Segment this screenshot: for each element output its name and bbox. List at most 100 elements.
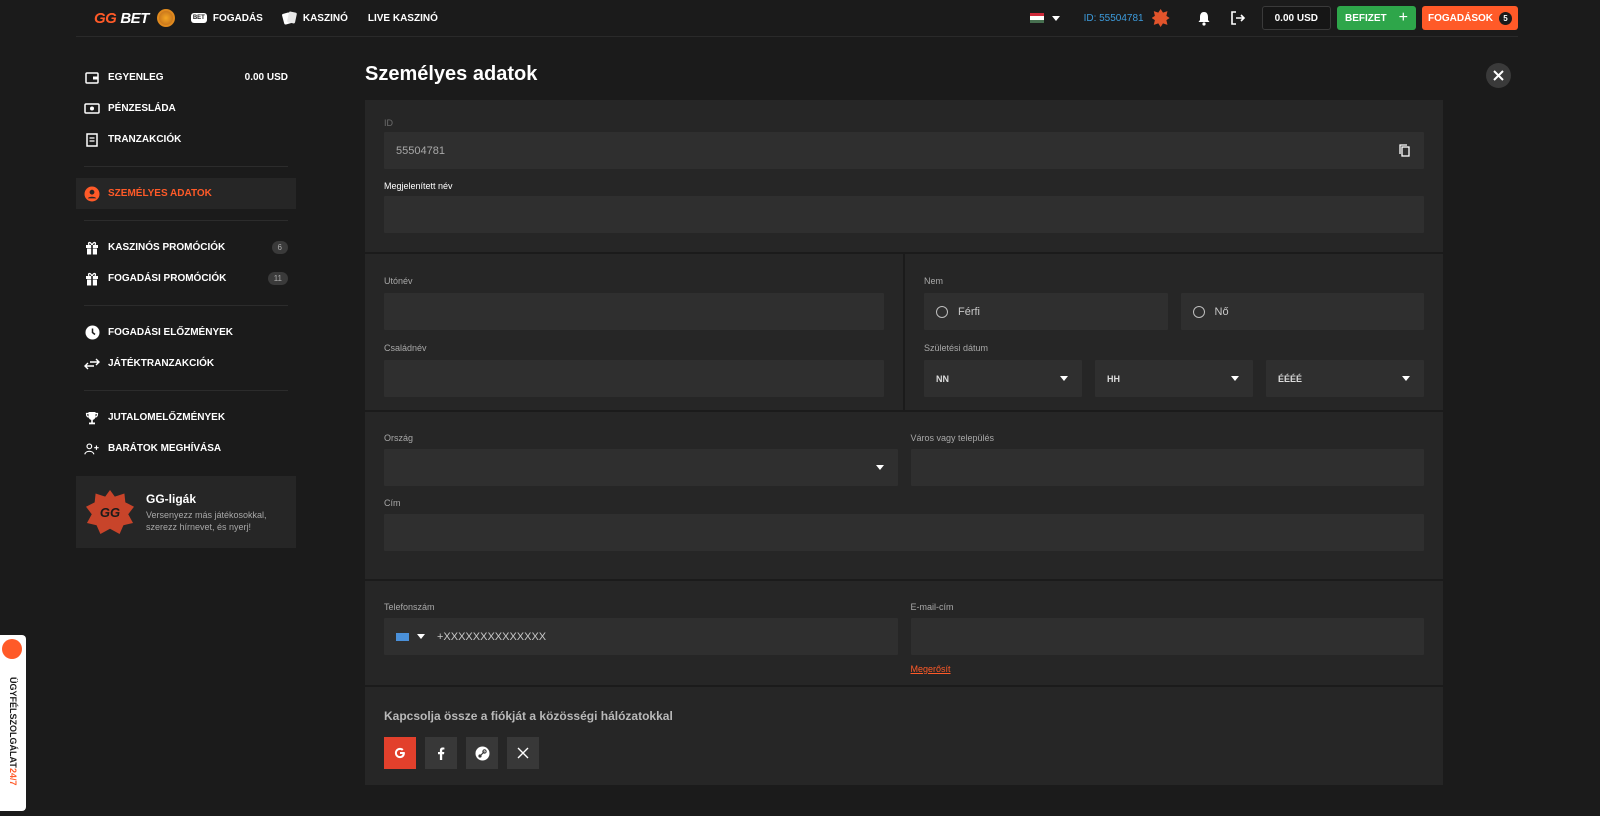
display-name-label: Megjelenített név [384, 181, 453, 191]
facebook-icon [438, 747, 445, 760]
close-button[interactable] [1486, 63, 1511, 88]
sidebar-item-transactions[interactable]: TRANZAKCIÓK [76, 124, 296, 155]
user-id[interactable]: ID: 55504781 [1084, 13, 1144, 24]
radio-icon [1192, 305, 1205, 318]
email-label: E-mail-cím [910, 602, 954, 612]
sidebar-item-label: FOGADÁSI ELŐZMÉNYEK [108, 327, 234, 338]
radio-icon [936, 305, 948, 318]
last-name-label: Családnév [384, 343, 427, 353]
contact-section: Telefonszám +XXXXXXXXXXXXXX E-mail-cím M… [365, 581, 1443, 687]
gender-label: Nem [924, 276, 944, 286]
sidebar-item-label: KASZINÓS PROMÓCIÓK [108, 242, 226, 253]
birth-day-select[interactable]: NN [924, 360, 1082, 397]
copy-icon[interactable] [1399, 144, 1410, 160]
sidebar-item-label: BARÁTOK MEGHÍVÁSA [108, 443, 222, 454]
phone-input[interactable]: +XXXXXXXXXXXXXX [384, 618, 898, 655]
nav-casino[interactable]: KASZINÓ [283, 11, 348, 25]
id-label: ID [384, 118, 393, 128]
logo-gg-text: GG [94, 9, 117, 27]
chevron-down-icon[interactable] [417, 634, 425, 639]
gender-option-male[interactable]: Férfi [924, 293, 1168, 330]
deposit-label: BEFIZET [1344, 12, 1387, 24]
birth-year-select[interactable]: ÉÉÉÉ [1266, 360, 1424, 397]
nav-betting-label: FOGADÁS [212, 12, 263, 24]
verify-email-link[interactable]: Megerősít [911, 664, 951, 674]
nav-live-casino[interactable]: LIVE KASZINÓ [368, 13, 438, 24]
hungary-flag-icon [1029, 13, 1044, 23]
sidebar-item-label: TRANZAKCIÓK [108, 134, 182, 145]
gender-option-female[interactable]: Nő [1180, 293, 1424, 330]
language-selector[interactable] [1029, 13, 1060, 23]
bets-label: FOGADÁSOK [1428, 12, 1493, 24]
id-value: 55504781 [396, 144, 445, 157]
gender-option-label: Férfi [958, 305, 980, 318]
country-label: Ország [384, 433, 414, 443]
close-icon [1493, 70, 1504, 81]
sidebar-item-game-transactions[interactable]: JÁTÉKTRANZAKCIÓK [76, 348, 296, 379]
email-input[interactable] [910, 618, 1424, 655]
count-badge: 6 [271, 241, 288, 254]
balance-display[interactable]: 0.00 USD [1261, 6, 1331, 30]
logout-button[interactable] [1228, 8, 1248, 28]
birth-month-select[interactable]: HH [1095, 360, 1253, 397]
user-avatar[interactable] [1150, 7, 1172, 29]
sidebar-divider [84, 305, 288, 306]
sidebar-item-cash[interactable]: PÉNZESLÁDA [76, 93, 296, 124]
steam-icon [475, 746, 489, 760]
sidebar-item-invite-friends[interactable]: BARÁTOK MEGHÍVÁSA [76, 433, 296, 464]
medal-icon [156, 9, 175, 27]
last-name-input[interactable] [384, 360, 884, 397]
chevron-down-icon [1060, 376, 1068, 381]
id-field: 55504781 [384, 132, 1424, 169]
sidebar-item-balance[interactable]: EGYENLEG 0.00 USD [76, 62, 296, 93]
sidebar-item-label: FOGADÁSI PROMÓCIÓK [108, 273, 227, 284]
bets-button[interactable]: FOGADÁSOK 5 [1422, 6, 1518, 30]
google-connect-button[interactable] [384, 737, 416, 769]
support-label-hours: 24/7 [8, 767, 18, 786]
gg-league-logo-text: GG [99, 504, 121, 520]
notifications-button[interactable] [1194, 8, 1214, 28]
ggbet-logo[interactable]: GG BET [94, 9, 175, 27]
birth-month-value: HH [1107, 373, 1120, 384]
birth-year-value: ÉÉÉÉ [1278, 373, 1303, 384]
sidebar-divider [84, 390, 288, 391]
facebook-connect-button[interactable] [425, 737, 457, 769]
account-section: ID 55504781 Megjelenített név [365, 100, 1443, 254]
phone-label: Telefonszám [384, 602, 435, 612]
page-title: Személyes adatok [365, 63, 538, 85]
bell-icon [1198, 11, 1210, 26]
phone-value: +XXXXXXXXXXXXXX [437, 630, 547, 643]
personal-data-form: ID 55504781 Megjelenített név Utónév Csa… [365, 100, 1443, 787]
phone-country-flag-icon[interactable] [396, 632, 409, 641]
gender-option-label: Nő [1214, 305, 1229, 318]
bet-icon: BET [190, 13, 207, 23]
sidebar-item-betting-promos[interactable]: FOGADÁSI PROMÓCIÓK 11 [76, 263, 296, 294]
support-tab[interactable]: ÜGYFÉLSZOLGÁLAT 24/7 [0, 635, 26, 811]
sidebar-item-personal-data[interactable]: SZEMÉLYES ADATOK [76, 178, 296, 209]
deposit-button[interactable]: BEFIZET + [1336, 6, 1416, 30]
receipt-icon [84, 132, 100, 148]
country-select[interactable] [384, 449, 898, 486]
x-connect-button[interactable] [507, 737, 539, 769]
city-label: Város vagy település [910, 433, 995, 443]
display-name-input[interactable] [384, 196, 1424, 233]
sidebar-item-label: JUTALOMELŐZMÉNYEK [108, 412, 226, 423]
sidebar-item-bet-history[interactable]: FOGADÁSI ELŐZMÉNYEK [76, 317, 296, 348]
city-input[interactable] [910, 449, 1424, 486]
sidebar-item-label: JÁTÉKTRANZAKCIÓK [108, 358, 215, 369]
first-name-input[interactable] [384, 293, 884, 330]
swap-arrows-icon [84, 356, 100, 372]
social-section-title: Kapcsolja össze a fiókját a közösségi há… [384, 709, 673, 723]
sidebar-item-casino-promos[interactable]: KASZINÓS PROMÓCIÓK 6 [76, 232, 296, 263]
steam-connect-button[interactable] [466, 737, 498, 769]
top-bar: GG BET BET FOGADÁS KASZINÓ LIVE KASZINÓ I… [76, 0, 1518, 37]
chevron-down-icon [1051, 15, 1060, 21]
support-label-main: ÜGYFÉLSZOLGÁLAT [8, 677, 18, 768]
social-section: Kapcsolja össze a fiókját a közösségi há… [365, 687, 1443, 787]
gg-leagues-card[interactable]: GG GG-ligák Versenyezz más játékosokkal,… [76, 476, 296, 548]
nav-betting[interactable]: BET FOGADÁS [190, 12, 263, 24]
count-badge: 11 [267, 272, 288, 285]
sidebar-item-reward-history[interactable]: JUTALOMELŐZMÉNYEK [76, 402, 296, 433]
first-name-label: Utónév [384, 276, 413, 286]
address-input[interactable] [384, 514, 1424, 551]
